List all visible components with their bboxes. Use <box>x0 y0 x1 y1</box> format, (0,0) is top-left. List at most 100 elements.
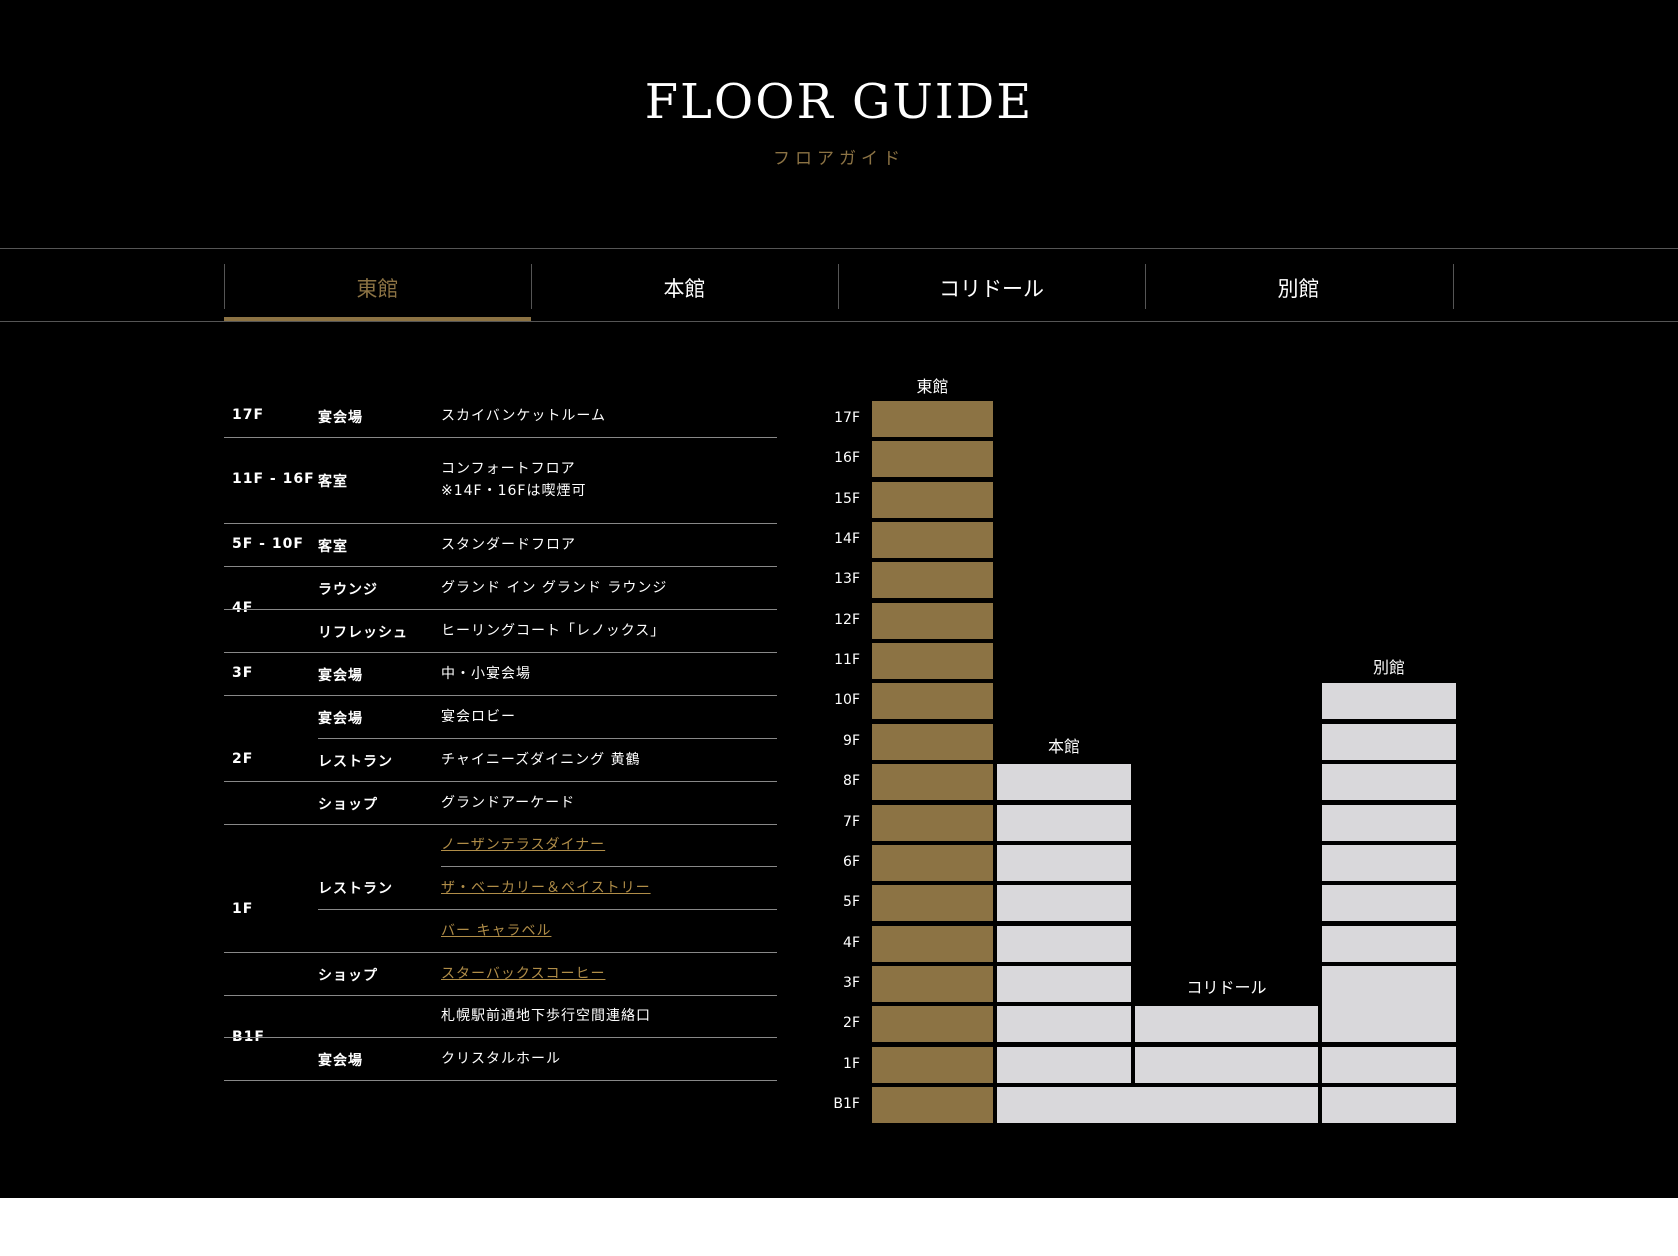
main-building-floor-block <box>997 1046 1131 1083</box>
east-building-floor-block <box>872 1086 993 1123</box>
tab-annex[interactable]: 別館 <box>1145 258 1452 318</box>
row-divider <box>224 1037 777 1038</box>
floor-category: ショップ <box>318 968 378 984</box>
diagram-floor-label: 17F <box>834 410 860 426</box>
floor-category: 宴会場 <box>318 711 363 727</box>
page-title: FLOOR GUIDE <box>644 74 1034 130</box>
east-building-floor-block <box>872 723 993 760</box>
east-building-floor-block <box>872 965 993 1002</box>
annex-floor-block <box>1322 723 1456 760</box>
east-building-floor-block <box>872 1006 993 1043</box>
facility-link[interactable]: バー キャラベル <box>441 920 551 942</box>
floor-category: 宴会場 <box>318 668 363 684</box>
row-divider <box>224 824 777 825</box>
east-building-floor-block <box>872 764 993 801</box>
row-divider <box>224 652 777 653</box>
east-building-floor-block <box>872 683 993 720</box>
annex-floor-block <box>1322 1046 1456 1083</box>
corridor-label: コリドール <box>1186 978 1267 997</box>
tabbar-bottom-border <box>0 321 1678 322</box>
main-building-basement-block <box>997 1086 1318 1123</box>
diagram-floor-label: 14F <box>834 531 860 548</box>
floor-category: 宴会場 <box>318 1053 363 1069</box>
row-divider <box>224 566 777 567</box>
row-divider <box>441 866 777 867</box>
facility-link[interactable]: スターバックスコーヒー <box>441 963 605 985</box>
diagram-floor-label: 10F <box>834 692 860 709</box>
facility-name: グランド イン グランド ラウンジ <box>441 580 668 596</box>
annex-floor-block <box>1322 885 1456 922</box>
east-building-floor-block <box>872 481 993 518</box>
row-divider <box>224 995 777 996</box>
diagram-floor-label: 11F <box>834 652 860 669</box>
floor-level-label: 17F <box>232 407 265 423</box>
east-building-floor-block <box>872 441 993 478</box>
row-divider <box>224 609 777 610</box>
diagram-floor-label: 16F <box>834 450 860 467</box>
floor-category: 宴会場 <box>318 410 363 426</box>
east-building-floor-block <box>872 844 993 881</box>
annex-floor-block <box>1322 1086 1456 1123</box>
facility-name: スタンダードフロア <box>441 537 576 553</box>
tabbar-top-border <box>0 248 1678 249</box>
row-divider <box>224 523 777 524</box>
diagram-floor-label: 6F <box>843 853 860 870</box>
active-tab-indicator <box>224 317 531 321</box>
diagram-floor-label: 9F <box>843 732 860 749</box>
annex-floor-block <box>1322 764 1456 801</box>
main-building-floor-block <box>997 965 1131 1002</box>
diagram-floor-label: 7F <box>843 813 860 830</box>
east-building-floor-block <box>872 885 993 922</box>
row-divider <box>224 437 777 438</box>
annex-floor-block <box>1322 804 1456 841</box>
facility-link[interactable]: ザ・ベーカリー＆ペイストリー <box>441 877 651 899</box>
tab-divider <box>1453 264 1454 309</box>
floor-guide-page: FLOOR GUIDE フロアガイド 東館 本館 コリドール 別館 17F 11F… <box>0 0 1678 1198</box>
facility-name: グランドアーケード <box>441 795 576 811</box>
diagram-floor-label: 5F <box>843 894 860 911</box>
facility-name: クリスタルホール <box>441 1051 561 1067</box>
page-subtitle: フロアガイド <box>773 149 905 169</box>
diagram-floor-label: 2F <box>843 1015 860 1032</box>
main-building-floor-block <box>997 764 1131 801</box>
east-building-floor-block <box>872 1046 993 1083</box>
annex-floor-block <box>1322 844 1456 881</box>
facility-name: チャイニーズダイニング 黄鶴 <box>441 752 641 768</box>
annex-label: 別館 <box>1372 658 1405 677</box>
floor-level-label: 5F - 10F <box>232 536 304 552</box>
east-building-label: 東館 <box>916 377 949 396</box>
tab-east-building[interactable]: 東館 <box>224 258 531 318</box>
tab-main-building[interactable]: 本館 <box>531 258 838 318</box>
row-divider <box>224 952 777 953</box>
facility-name: 中・小宴会場 <box>441 666 531 682</box>
floor-category: 客室 <box>318 539 348 555</box>
floor-level-label: 11F - 16F <box>232 471 315 487</box>
east-building-floor-block <box>872 643 993 680</box>
diagram-floor-label: 4F <box>843 934 860 951</box>
row-divider <box>224 695 777 696</box>
main-building-floor-block <box>997 844 1131 881</box>
diagram-floor-label: 15F <box>834 490 860 507</box>
floor-category: ショップ <box>318 797 378 813</box>
floor-category: レストラン <box>318 881 393 897</box>
main-building-label: 本館 <box>1047 737 1080 756</box>
east-building-floor-block <box>872 602 993 639</box>
diagram-floor-label: B1F <box>833 1095 860 1112</box>
east-building-floor-block <box>872 522 993 559</box>
row-divider <box>318 909 777 910</box>
east-building-floor-block <box>872 804 993 841</box>
facility-name: スカイバンケットルーム <box>441 408 606 424</box>
main-building-floor-block <box>997 885 1131 922</box>
facility-link[interactable]: ノーザンテラスダイナー <box>441 834 605 856</box>
east-building-floor-block <box>872 925 993 962</box>
tab-corridor[interactable]: コリドール <box>838 258 1145 318</box>
facility-note: ※14F・16Fは喫煙可 <box>441 483 587 499</box>
row-divider <box>318 738 777 739</box>
floor-level-label: 2F <box>232 751 254 767</box>
diagram-floor-label: 13F <box>834 571 860 588</box>
floor-level-label: 3F <box>232 665 254 681</box>
floor-category: リフレッシュ <box>318 625 408 641</box>
diagram-floor-label: 3F <box>843 974 860 991</box>
annex-floor-block <box>1322 925 1456 962</box>
facility-name: 宴会ロビー <box>441 709 516 725</box>
